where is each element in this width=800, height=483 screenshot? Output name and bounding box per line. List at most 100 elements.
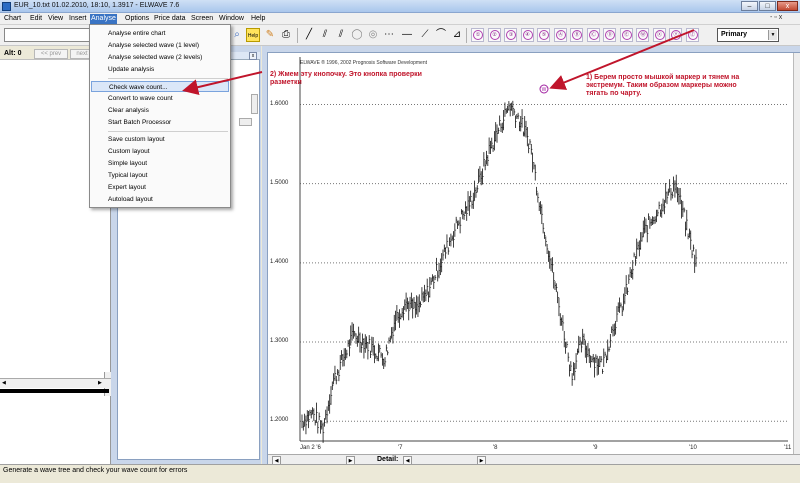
- wave-tree-scrollbar[interactable]: [251, 94, 258, 114]
- menu-item-analyse-selected-1[interactable]: Analyse selected wave (1 level): [91, 40, 229, 51]
- prev-button[interactable]: << prev: [34, 49, 68, 59]
- menu-chart[interactable]: Chart: [3, 14, 22, 24]
- wave-label-icon: ⑤: [539, 30, 549, 40]
- x-tick-label: '8: [493, 445, 498, 451]
- x-tick-label: Jan 2 '6: [300, 445, 321, 451]
- menu-item-save-custom-layout[interactable]: Save custom layout: [91, 134, 229, 145]
- circle-tool-icon[interactable]: ◯: [350, 28, 364, 42]
- wave-label-button[interactable]: Ⓨ: [669, 28, 682, 42]
- panel-close-icon[interactable]: x: [249, 52, 257, 60]
- scroll-right-icon[interactable]: ▶: [98, 380, 102, 386]
- window-title: EUR_10.txt 01.02.2010, 18:10, 1.3917 - E…: [14, 2, 180, 9]
- annotation-check-button: 2) Жмем эту кнопочку. Это кнопка проверк…: [270, 71, 422, 86]
- toolbar-separator: [297, 28, 298, 43]
- menu-window[interactable]: Window: [218, 14, 245, 24]
- analyse-menu: Analyse entire chart Analyse selected wa…: [89, 24, 231, 208]
- arc-tool-icon[interactable]: ⌒: [434, 28, 448, 42]
- chart-panel: W ELWAVE ® 1996, 2002 Prognosis Software…: [262, 46, 800, 465]
- menu-item-analyse-selected-2[interactable]: Analyse selected wave (2 levels): [91, 52, 229, 63]
- wave-label-button[interactable]: Ⓧ: [652, 28, 666, 42]
- wave-tree-expander[interactable]: [239, 118, 252, 126]
- wave-label-button[interactable]: ④: [520, 28, 534, 42]
- symbol-input[interactable]: [4, 28, 90, 42]
- toolbar-separator: [466, 28, 467, 43]
- y-tick-label: 1.4000: [270, 258, 289, 265]
- wave-label-button[interactable]: Ⓒ: [586, 28, 600, 42]
- zoom-icon[interactable]: ⌕: [230, 28, 244, 42]
- menu-help[interactable]: Help: [250, 14, 266, 24]
- wave-label-icon: Ⓔ: [621, 30, 632, 40]
- wave-label-button[interactable]: ①: [471, 28, 484, 42]
- fib-tool-icon[interactable]: ⋯: [382, 28, 396, 42]
- splitter-bar[interactable]: [0, 389, 109, 393]
- scroll-left-icon[interactable]: ◀: [2, 380, 6, 386]
- maximize-button[interactable]: □: [759, 1, 776, 11]
- menu-item-typical-layout[interactable]: Typical layout: [91, 170, 229, 181]
- pencil-icon[interactable]: ✎: [263, 28, 277, 42]
- menu-options[interactable]: Options: [124, 14, 150, 24]
- wave-label-button[interactable]: ⑤: [537, 28, 550, 42]
- y-tick-label: 1.6000: [270, 100, 289, 107]
- menu-screen[interactable]: Screen: [190, 14, 214, 24]
- wave-label-button[interactable]: Ⓦ: [636, 28, 649, 42]
- wave-label-icon: Ⓑ: [572, 30, 582, 40]
- minimize-button[interactable]: –: [741, 1, 758, 11]
- y-tick-label: 1.3000: [270, 338, 289, 345]
- wave-label-button[interactable]: Ⓩ: [685, 28, 699, 42]
- wave-label-button[interactable]: Ⓑ: [570, 28, 583, 42]
- y-tick-label: 1.2000: [270, 417, 289, 424]
- menu-item-custom-layout[interactable]: Custom layout: [91, 146, 229, 157]
- menu-separator: [108, 131, 228, 132]
- menu-item-autoload-layout[interactable]: Autoload layout: [91, 194, 229, 205]
- print-icon[interactable]: ⎙: [279, 28, 293, 42]
- wave-label-icon: Ⓒ: [588, 30, 599, 40]
- left-horizontal-scrollbar[interactable]: ◀ ▶: [0, 378, 111, 388]
- wave-label-button[interactable]: ②: [487, 28, 501, 42]
- menu-item-start-batch-processor[interactable]: Start Batch Processor: [91, 117, 229, 128]
- menu-item-simple-layout[interactable]: Simple layout: [91, 158, 229, 169]
- menu-analyse[interactable]: Analyse: [90, 14, 117, 24]
- menu-edit[interactable]: Edit: [29, 14, 43, 24]
- menu-item-check-wave-count[interactable]: Check wave count...: [91, 81, 229, 92]
- elwave-app-window: EUR_10.txt 01.02.2010, 18:10, 1.3917 - E…: [0, 0, 800, 483]
- x-tick-label: '10: [689, 445, 697, 451]
- wave-label-icon: Ⓧ: [654, 30, 665, 40]
- menu-item-update-analysis[interactable]: Update analysis: [91, 64, 229, 75]
- price-chart[interactable]: W: [268, 53, 800, 454]
- menu-item-analyse-entire-chart[interactable]: Analyse entire chart: [91, 28, 229, 39]
- menu-insert[interactable]: Insert: [68, 14, 88, 24]
- close-button[interactable]: x: [777, 1, 798, 11]
- projection-tool-icon[interactable]: ⊿: [450, 28, 464, 42]
- channel-tool-icon[interactable]: ⫽: [318, 28, 332, 42]
- status-bar: Generate a wave tree and check your wave…: [0, 464, 800, 483]
- x-tick-label: '7: [398, 445, 403, 451]
- wave-label-icon: Ⓨ: [671, 30, 681, 40]
- menu-view[interactable]: View: [47, 14, 64, 24]
- wave-label-icon: ①: [473, 30, 483, 40]
- wave-label-button[interactable]: ③: [504, 28, 517, 42]
- mdi-window-controls[interactable]: - ▫ x: [770, 14, 782, 21]
- fan-tool-icon[interactable]: ⟋: [418, 28, 432, 42]
- wave-label-button[interactable]: Ⓓ: [603, 28, 616, 42]
- wave-label-button[interactable]: Ⓔ: [619, 28, 633, 42]
- degree-select[interactable]: Primary ▼: [717, 28, 779, 42]
- x-tick-label: '11: [784, 445, 792, 451]
- menu-item-convert-to-wave-count[interactable]: Convert to wave count: [91, 93, 229, 104]
- alt-label: Alt: 0: [4, 50, 22, 57]
- menu-item-clear-analysis[interactable]: Clear analysis: [91, 105, 229, 116]
- menu-item-expert-layout[interactable]: Expert layout: [91, 182, 229, 193]
- ellipse-tool-icon[interactable]: ◎: [366, 28, 380, 42]
- parallel-tool-icon[interactable]: ⫽: [334, 28, 348, 42]
- title-bar: EUR_10.txt 01.02.2010, 18:10, 1.3917 - E…: [0, 0, 800, 13]
- wave-label-icon: Ⓩ: [687, 30, 698, 40]
- chart-frame[interactable]: W ELWAVE ® 1996, 2002 Prognosis Software…: [267, 52, 800, 465]
- degree-select-value: Primary: [721, 31, 748, 38]
- line-tool-icon[interactable]: ╱: [302, 28, 316, 42]
- wave-marker-label: W: [542, 87, 547, 93]
- menu-price-data[interactable]: Price data: [153, 14, 187, 24]
- chart-vertical-scrollbar[interactable]: [793, 53, 800, 454]
- wave-label-button[interactable]: Ⓐ: [553, 28, 567, 42]
- hline-tool-icon[interactable]: —: [400, 28, 414, 42]
- note-icon[interactable]: Help: [246, 28, 260, 42]
- wave-label-icon: Ⓦ: [638, 30, 648, 40]
